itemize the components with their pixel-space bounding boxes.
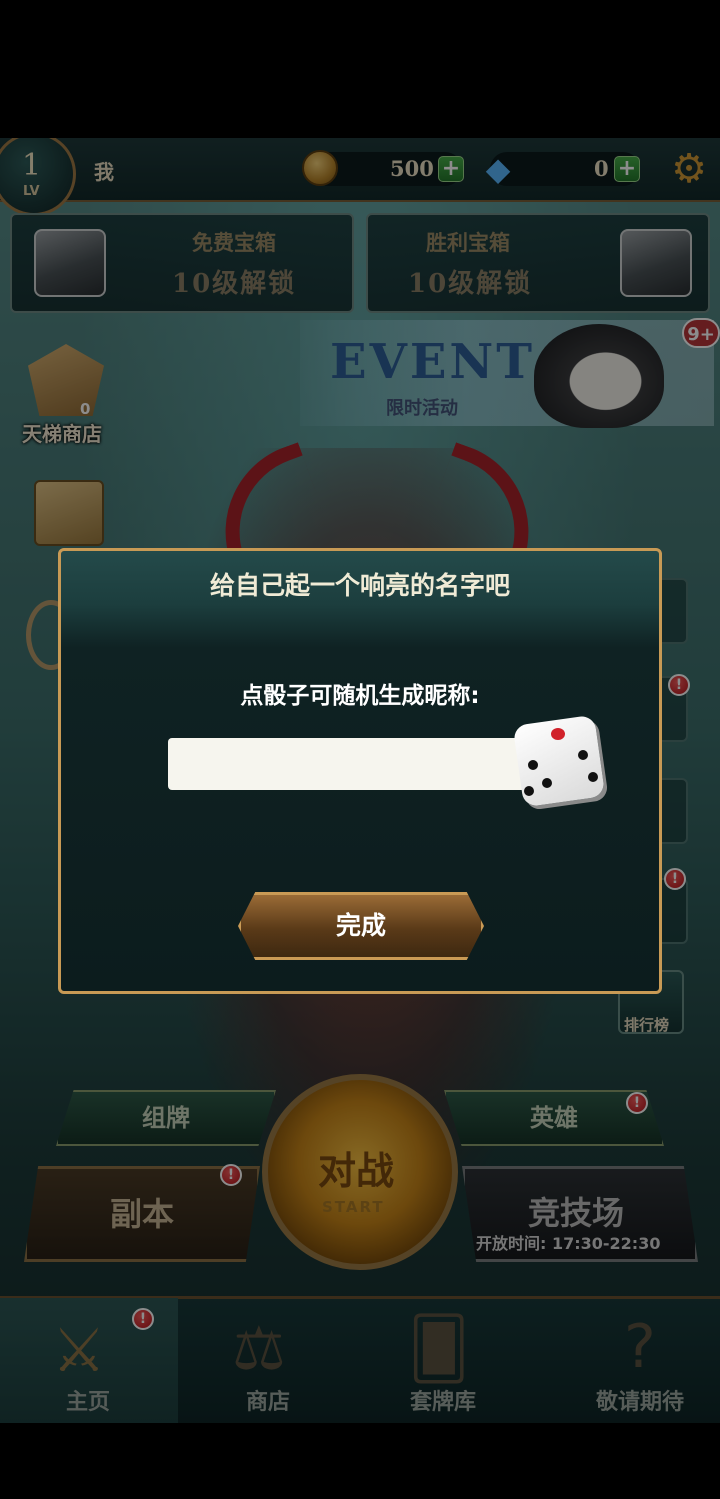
dice-pip <box>588 772 598 782</box>
dialog-prompt: 点骰子可随机生成昵称: <box>240 683 480 709</box>
dice-pip <box>542 778 552 788</box>
dialog-title: 给自己起一个响亮的名字吧 <box>209 571 510 600</box>
dice-pip <box>528 760 538 770</box>
game-screen: 1 LV 我 500 + ◆ 0 + ⚙ 免费宝箱 10级解锁 胜利宝箱 10级… <box>0 138 720 1423</box>
nickname-input[interactable] <box>168 738 528 790</box>
done-button[interactable]: 完成 <box>238 892 484 960</box>
dice-pip <box>524 786 534 796</box>
dice-pip <box>551 728 565 740</box>
dice-pip <box>578 750 588 760</box>
